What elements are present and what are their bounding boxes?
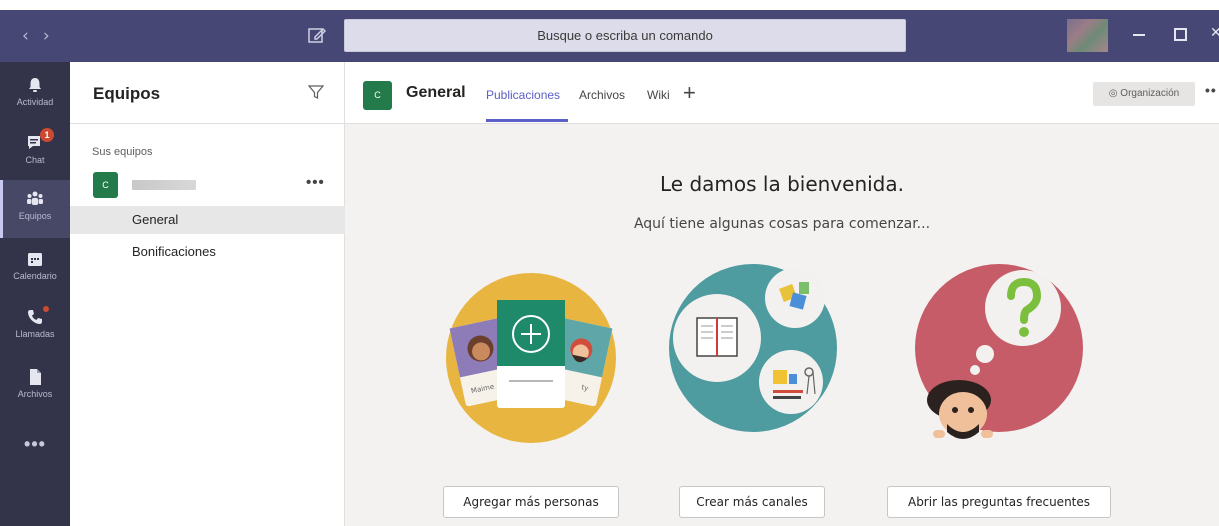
team-name-redacted: [132, 180, 196, 190]
main-area: C General Publicaciones Archivos Wiki + …: [345, 62, 1219, 526]
user-avatar[interactable]: [1067, 19, 1108, 52]
minimize-icon[interactable]: [1133, 34, 1145, 36]
teams-header: Equipos: [70, 62, 344, 124]
rail-label: Equipos: [18, 211, 52, 221]
compose-icon[interactable]: [306, 24, 328, 46]
title-bar: ‹› Busque o escriba un comando ✕: [0, 10, 1219, 62]
teams-icon: [27, 191, 43, 205]
organization-label: Organización: [1120, 88, 1180, 99]
team-row[interactable]: C •••: [70, 168, 345, 204]
rail-item-chat[interactable]: 1 Chat: [0, 124, 70, 182]
files-icon: [30, 369, 41, 385]
phone-icon: [28, 310, 42, 324]
teams-panel: Equipos Sus equipos C ••• General Bonifi…: [70, 62, 345, 526]
channel-avatar: C: [363, 81, 392, 110]
rail-label: Calendario: [13, 271, 57, 281]
add-people-button[interactable]: Agregar más personas: [443, 486, 619, 518]
rail-label: Chat: [25, 155, 45, 165]
calls-dot: [43, 306, 49, 312]
more-options-icon[interactable]: ••: [1205, 82, 1217, 98]
forward-arrow-icon[interactable]: ›: [43, 26, 64, 46]
tab-publicaciones[interactable]: Publicaciones: [486, 88, 560, 102]
welcome-subtitle: Aquí tiene algunas cosas para comenzar..…: [633, 216, 931, 232]
rail-item-archivos[interactable]: Archivos: [0, 358, 70, 416]
rail-item-llamadas[interactable]: Llamadas: [0, 298, 70, 356]
bell-icon: [29, 78, 41, 92]
channel-header: C General Publicaciones Archivos Wiki + …: [345, 62, 1219, 124]
search-input[interactable]: Busque o escriba un comando: [344, 19, 906, 52]
team-avatar: C: [93, 172, 118, 198]
rail-label: Actividad: [16, 97, 54, 107]
channel-bonificaciones[interactable]: Bonificaciones: [70, 238, 345, 266]
chat-badge: 1: [40, 128, 54, 142]
create-channels-illustration: [669, 264, 837, 432]
create-channels-button[interactable]: Crear más canales: [679, 486, 825, 518]
rail-item-calendario[interactable]: Calendario: [0, 240, 70, 298]
active-tab-indicator: [486, 119, 568, 122]
app-rail: Actividad 1 Chat Equipos Calendario Llam…: [0, 62, 70, 526]
rail-label: Llamadas: [15, 329, 55, 339]
teams-title: Equipos: [93, 84, 161, 103]
add-tab-icon[interactable]: +: [683, 80, 696, 106]
team-more-icon[interactable]: •••: [306, 174, 325, 191]
close-icon[interactable]: ✕: [1210, 24, 1219, 41]
maximize-icon[interactable]: [1174, 28, 1187, 41]
rail-label: Archivos: [17, 389, 53, 399]
channel-general[interactable]: General: [70, 206, 345, 234]
back-arrow-icon[interactable]: ‹: [22, 26, 43, 46]
add-people-illustration: Maime ty: [446, 273, 616, 443]
tab-archivos[interactable]: Archivos: [579, 88, 625, 102]
org-chart-icon: ◎: [1108, 88, 1121, 99]
welcome-title: Le damos la bienvenida.: [660, 172, 904, 196]
rail-item-equipos[interactable]: Equipos: [0, 180, 70, 238]
calendar-icon: [28, 253, 42, 266]
more-apps-icon[interactable]: •••: [0, 434, 70, 455]
channel-title: General: [406, 84, 466, 101]
organization-button[interactable]: ◎ Organización: [1093, 82, 1195, 106]
tab-wiki[interactable]: Wiki: [647, 88, 670, 102]
faq-illustration: [915, 264, 1083, 439]
open-faq-button[interactable]: Abrir las preguntas frecuentes: [887, 486, 1111, 518]
rail-item-actividad[interactable]: Actividad: [0, 66, 70, 124]
back-forward-arrows[interactable]: ‹›: [22, 26, 64, 46]
section-label: Sus equipos: [92, 146, 153, 158]
filter-icon[interactable]: [308, 84, 324, 100]
